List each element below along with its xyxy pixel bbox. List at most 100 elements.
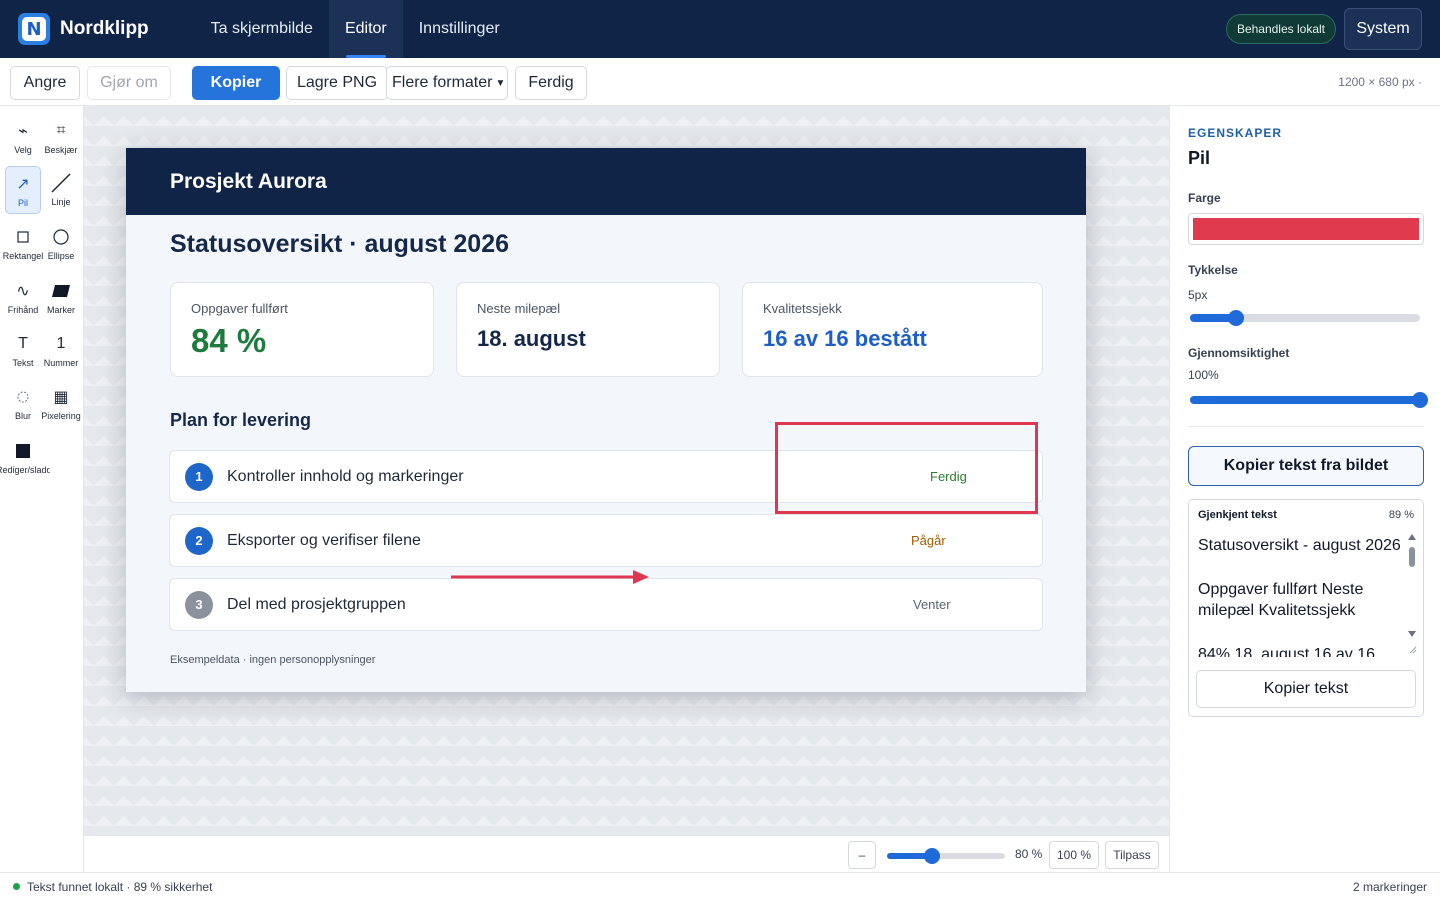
- kpi-card-milestone: Neste milepæl 18. august: [456, 282, 720, 377]
- ocr-scrollbar[interactable]: [1407, 533, 1417, 655]
- panel-divider: [1188, 426, 1424, 427]
- status-text: Tekst funnet lokalt · 89 % sikkerhet: [27, 880, 213, 894]
- tab-settings[interactable]: Innstillinger: [403, 0, 516, 58]
- panel-title: Pil: [1188, 148, 1211, 168]
- opacity-value: 100%: [1188, 368, 1219, 382]
- image-dimensions: 1200 × 680 px ·: [1338, 75, 1422, 89]
- color-picker[interactable]: [1188, 213, 1424, 245]
- opacity-slider[interactable]: [1190, 392, 1428, 408]
- copy-button[interactable]: Kopier: [192, 66, 280, 100]
- step-text: Del med prosjektgruppen: [227, 595, 406, 613]
- step-status: Venter: [913, 597, 951, 612]
- editor-canvas[interactable]: Prosjekt Aurora Statusoversikt · august …: [84, 106, 1169, 835]
- kpi-value: 84 %: [191, 322, 267, 359]
- panel-eyebrow: EGENSKAPER: [1188, 126, 1283, 140]
- ocr-copy-from-image-button[interactable]: Kopier tekst fra bildet: [1188, 446, 1424, 486]
- arrow-annotation[interactable]: [449, 568, 651, 586]
- kpi-card-tasks: Oppgaver fullført 84 %: [170, 282, 434, 377]
- kpi-label: Oppgaver fullført: [191, 301, 288, 316]
- line-icon: [50, 172, 72, 194]
- kpi-value: 18. august: [477, 326, 586, 351]
- properties-panel: EGENSKAPER Pil Farge Tykkelse 5px Gjenno…: [1169, 106, 1440, 872]
- save-png-button[interactable]: Lagre PNG: [286, 66, 388, 100]
- tool-label: Marker: [46, 305, 75, 315]
- thickness-slider-thumb[interactable]: [1228, 310, 1244, 326]
- tab-editor[interactable]: Editor: [328, 0, 403, 58]
- kpi-label: Kvalitetssjekk: [763, 301, 842, 316]
- zoom-fit-button[interactable]: Tilpass: [1105, 841, 1159, 869]
- app-logo: N: [18, 13, 50, 45]
- tool-blur[interactable]: Blur: [5, 380, 41, 428]
- system-button[interactable]: System: [1344, 8, 1422, 50]
- zoom-slider-thumb[interactable]: [923, 848, 940, 864]
- blur-icon: [17, 386, 29, 408]
- redo-button[interactable]: Gjør om: [87, 66, 171, 100]
- tool-label: Rektangel: [2, 251, 44, 261]
- tool-label: Beskjær: [44, 145, 78, 155]
- tool-pixelate[interactable]: ▦ Pixelering: [41, 380, 81, 428]
- doc-footnote: Eksempeldata · ingen personopplysninger: [170, 654, 376, 666]
- tab-screenshot[interactable]: Ta skjermbilde: [195, 0, 329, 58]
- tool-label: Tekst: [12, 358, 34, 368]
- freehand-icon: ∿: [16, 283, 30, 300]
- crop-icon: ⌗: [56, 122, 66, 139]
- tool-text[interactable]: T Tekst: [5, 327, 41, 375]
- plan-title: Plan for levering: [170, 410, 312, 430]
- highlighter-icon: [51, 280, 71, 302]
- tool-label: Frihånd: [7, 305, 39, 315]
- tool-label: Pil: [17, 198, 28, 208]
- pixelate-icon: ▦: [53, 389, 69, 406]
- ocr-result-card: Gjenkjent tekst 89 % Statusoversikt - au…: [1188, 499, 1424, 717]
- tool-number[interactable]: 1 Nummer: [43, 327, 79, 375]
- top-bar: N Nordklipp Ta skjermbilde Editor Innsti…: [0, 0, 1440, 58]
- opacity-slider-thumb[interactable]: [1412, 392, 1428, 408]
- tool-redact[interactable]: Rediger/sladd: [0, 434, 50, 482]
- ocr-line: 84% 18. august 16 av 16: [1198, 646, 1376, 657]
- more-formats-select[interactable]: Flere formater ▼: [386, 66, 508, 100]
- tool-freehand[interactable]: ∿ Frihånd: [5, 274, 41, 322]
- tool-crop[interactable]: ⌗ Beskjær: [43, 114, 79, 162]
- tool-highlighter[interactable]: Marker: [43, 274, 79, 322]
- tool-label: Pixelering: [41, 411, 81, 421]
- tool-line[interactable]: Linje: [43, 166, 79, 214]
- undo-button[interactable]: Angre: [10, 66, 80, 100]
- more-formats-label: Flere formater: [392, 74, 493, 91]
- zoom-bar: – 80 % 100 % Tilpass: [84, 835, 1169, 872]
- zoom-value: 80 %: [1015, 847, 1043, 861]
- done-button[interactable]: Ferdig: [515, 66, 587, 100]
- main-nav: Ta skjermbilde Editor Innstillinger: [195, 0, 516, 58]
- zoom-slider[interactable]: [887, 848, 1005, 864]
- annotation-count: 2 markeringer: [1352, 880, 1427, 894]
- ocr-textarea[interactable]: Statusoversikt - august 2026 Oppgaver fu…: [1198, 535, 1404, 657]
- step-text: Kontroller innhold og markeringer: [227, 467, 464, 485]
- tool-label: Velg: [14, 145, 32, 155]
- tool-palette: ⌁ Velg ⌗ Beskjær ↗ Pil Linje Rektangel E…: [0, 106, 84, 872]
- thickness-label: Tykkelse: [1188, 263, 1238, 277]
- color-label: Farge: [1188, 191, 1221, 205]
- tool-ellipse[interactable]: Ellipse: [43, 220, 79, 268]
- zoom-reset-button[interactable]: 100 %: [1049, 841, 1099, 869]
- kpi-card-quality: Kvalitetssjekk 16 av 16 bestått: [742, 282, 1043, 377]
- doc-header: Prosjekt Aurora: [126, 148, 1086, 215]
- brand: N Nordklipp: [18, 13, 149, 45]
- ellipse-icon: [53, 226, 69, 248]
- kpi-label: Neste milepæl: [477, 301, 561, 316]
- ocr-confidence: 89 %: [1388, 509, 1414, 521]
- tool-rectangle[interactable]: Rektangel: [2, 220, 44, 268]
- thickness-value: 5px: [1188, 288, 1208, 302]
- select-icon: ⌁: [18, 123, 28, 140]
- step-status: Pågår: [911, 533, 946, 548]
- opacity-slider-fill: [1190, 396, 1420, 404]
- zoom-out-button[interactable]: –: [848, 841, 876, 869]
- tool-select[interactable]: ⌁ Velg: [5, 114, 41, 162]
- chevron-down-icon: ▼: [495, 77, 506, 89]
- rectangle-annotation[interactable]: [775, 422, 1038, 514]
- thickness-slider[interactable]: [1190, 310, 1420, 326]
- number-icon: 1: [56, 335, 66, 352]
- ocr-heading: Gjenkjent tekst: [1198, 509, 1277, 521]
- tool-label: Rediger/sladd: [0, 465, 50, 475]
- copy-text-button[interactable]: Kopier tekst: [1196, 670, 1416, 708]
- status-bar: Tekst funnet lokalt · 89 % sikkerhet 2 m…: [0, 872, 1440, 900]
- tool-arrow[interactable]: ↗ Pil: [5, 166, 41, 214]
- editor-toolbar: Angre Gjør om Kopier Lagre PNG Flere for…: [0, 58, 1440, 106]
